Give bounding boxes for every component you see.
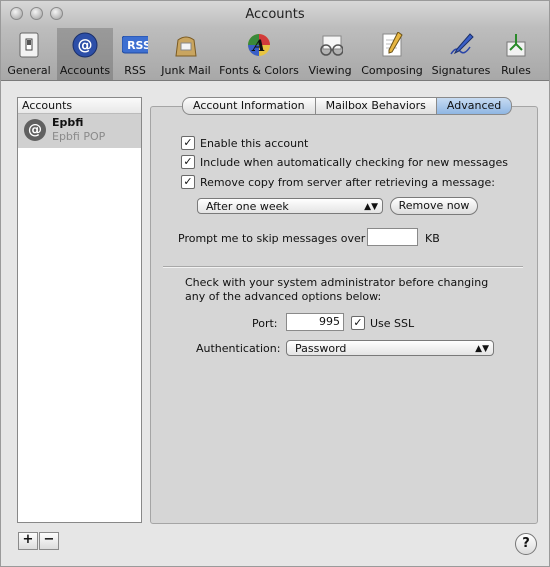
kb-unit-label: KB — [425, 232, 440, 245]
account-list-item[interactable]: @ Epbfi Epbfi POP — [18, 114, 141, 148]
account-type: Epbfi POP — [52, 130, 106, 143]
remove-copy-label: Remove copy from server after retrieving… — [200, 175, 495, 189]
tab-advanced[interactable]: Advanced — [436, 97, 513, 115]
prompt-skip-label: Prompt me to skip messages over — [178, 232, 366, 245]
toolbar-accounts[interactable]: @ Accounts — [57, 28, 113, 80]
viewing-glasses-icon — [317, 32, 343, 58]
include-checking-option[interactable]: ✓ Include when automatically checking fo… — [181, 155, 508, 169]
enable-account-checkbox[interactable]: ✓ — [181, 136, 195, 150]
remove-copy-option[interactable]: ✓ Remove copy from server after retrievi… — [181, 175, 495, 189]
at-sign-icon: @ — [24, 119, 46, 141]
svg-text:RSS: RSS — [127, 39, 148, 52]
enable-account-option[interactable]: ✓ Enable this account — [181, 136, 308, 150]
svg-text:A: A — [251, 36, 265, 55]
toolbar-general[interactable]: General — [5, 28, 53, 80]
authentication-label: Authentication: — [196, 342, 281, 355]
account-name: Epbfi — [52, 116, 84, 129]
popup-arrows-icon: ▲▼ — [475, 344, 489, 354]
toolbar-signatures[interactable]: Signatures — [429, 28, 493, 80]
remove-after-value: After one week — [206, 200, 289, 213]
toolbar-rules[interactable]: Rules — [495, 28, 537, 80]
preferences-window: Accounts General @ Accounts RSS RSS Junk… — [0, 0, 550, 567]
enable-account-label: Enable this account — [200, 136, 309, 150]
accounts-list-header: Accounts — [18, 98, 141, 114]
remove-now-button[interactable]: Remove now — [390, 197, 478, 215]
rules-icon — [503, 32, 529, 58]
admin-note-line2: any of the advanced options below: — [185, 290, 382, 303]
add-account-button[interactable]: + — [18, 532, 38, 550]
authentication-value: Password — [295, 342, 347, 355]
use-ssl-checkbox[interactable]: ✓ — [351, 316, 365, 330]
admin-note-line1: Check with your system administrator bef… — [185, 276, 489, 289]
skip-size-input[interactable] — [367, 228, 418, 246]
toolbar-junk-mail[interactable]: Junk Mail — [159, 28, 213, 80]
include-checking-label: Include when automatically checking for … — [200, 155, 508, 169]
toolbar-rss[interactable]: RSS RSS — [117, 28, 153, 80]
include-checking-checkbox[interactable]: ✓ — [181, 155, 195, 169]
fonts-colors-icon: A — [246, 32, 272, 58]
tab-account-information[interactable]: Account Information — [182, 97, 316, 115]
window-title: Accounts — [245, 7, 305, 22]
toolbar-viewing[interactable]: Viewing — [305, 28, 355, 80]
general-switch-icon — [16, 32, 42, 58]
composing-pencil-icon — [379, 32, 405, 58]
accounts-list: Accounts @ Epbfi Epbfi POP — [17, 97, 142, 523]
title-bar: Accounts — [1, 1, 549, 28]
at-sign-icon: @ — [72, 32, 98, 58]
svg-text:@: @ — [78, 36, 93, 54]
authentication-popup[interactable]: Password ▲▼ — [286, 340, 494, 356]
help-button[interactable]: ? — [515, 533, 537, 555]
junk-mail-bag-icon — [173, 32, 199, 58]
remove-copy-checkbox[interactable]: ✓ — [181, 175, 195, 189]
signatures-pen-icon — [448, 32, 474, 58]
port-input[interactable]: 995 — [286, 313, 344, 331]
section-divider — [163, 266, 523, 268]
remove-after-popup[interactable]: After one week ▲▼ — [197, 198, 383, 214]
use-ssl-label: Use SSL — [370, 316, 415, 330]
remove-account-button[interactable]: − — [39, 532, 59, 550]
toolbar-fonts-colors[interactable]: A Fonts & Colors — [217, 28, 301, 80]
toolbar-composing[interactable]: Composing — [359, 28, 425, 80]
toolbar: General @ Accounts RSS RSS Junk Mail A F… — [1, 28, 549, 81]
port-label: Port: — [252, 317, 278, 330]
popup-arrows-icon: ▲▼ — [364, 202, 378, 212]
tab-bar: Account Information Mailbox Behaviors Ad… — [182, 97, 513, 115]
use-ssl-option[interactable]: ✓ Use SSL — [351, 316, 414, 330]
rss-icon: RSS — [122, 32, 148, 58]
tab-mailbox-behaviors[interactable]: Mailbox Behaviors — [315, 97, 437, 115]
